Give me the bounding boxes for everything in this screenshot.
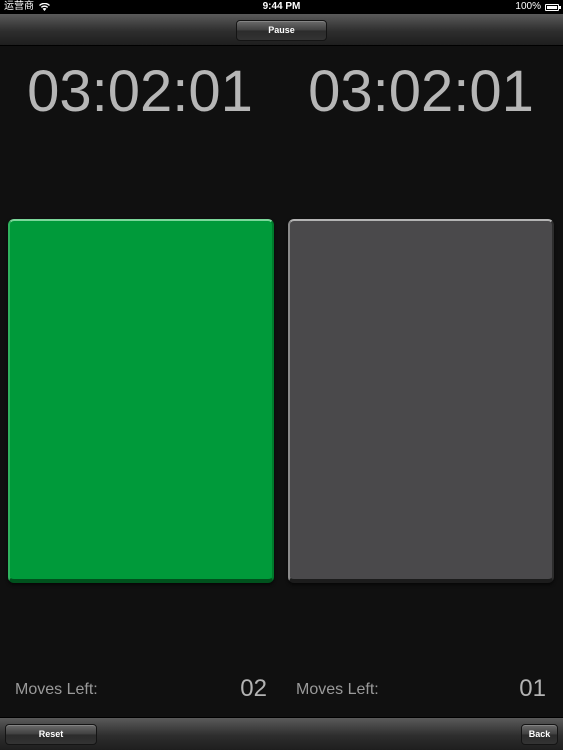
player-2-moves-label: Moves Left: [296,681,379,698]
player-1-pad[interactable] [8,219,274,583]
top-toolbar: Pause [0,14,563,46]
bottom-toolbar: Reset Back [0,717,563,750]
status-right: 100% [515,0,561,14]
reset-button[interactable]: Reset [5,724,97,745]
battery-percent: 100% [515,1,541,12]
player-2-pad[interactable] [288,219,554,583]
chess-clock-screen: 运营商 9:44 PM 100% Pause 03:02:01 03:02:01… [0,0,563,750]
battery-fill [547,5,557,9]
player-1-timer: 03:02:01 [27,59,253,124]
player-2-moves-value: 01 [519,675,546,702]
player-1-moves-value: 02 [240,675,267,702]
player-2-timer: 03:02:01 [308,59,534,124]
player-1-moves-label: Moves Left: [15,681,98,698]
pause-button[interactable]: Pause [236,20,327,41]
status-time: 9:44 PM [262,1,301,12]
status-bar: 运营商 9:44 PM 100% [0,0,563,14]
back-button[interactable]: Back [521,724,558,745]
battery-icon [545,3,561,11]
